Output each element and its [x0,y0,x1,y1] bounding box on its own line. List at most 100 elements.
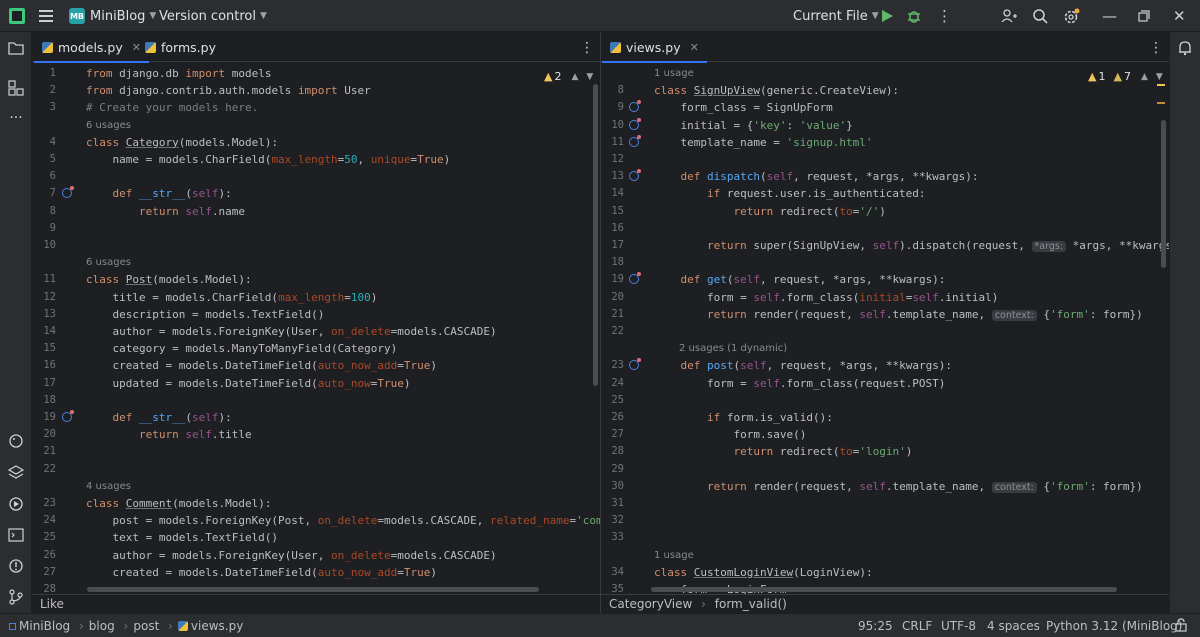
line-number[interactable]: 3 [32,99,56,116]
line-number[interactable]: 26 [32,547,56,564]
line-number[interactable]: 21 [32,443,56,460]
terminal-icon[interactable] [0,523,32,547]
line-separator[interactable]: CRLF [902,614,932,637]
line-number[interactable]: 11 [601,134,624,151]
line-number[interactable]: 27 [32,564,56,581]
file-encoding[interactable]: UTF-8 [941,614,976,637]
line-number[interactable]: 4 [32,134,56,151]
close-tab-icon[interactable]: ✕ [132,41,141,54]
override-gutter-icon[interactable] [629,100,641,113]
project-selector[interactable]: MB MiniBlog ▼ [69,0,156,32]
line-number[interactable]: 21 [601,306,624,323]
line-number[interactable]: 24 [32,512,56,529]
line-number[interactable]: 28 [601,443,624,460]
breadcrumb-item[interactable]: CategoryView [609,597,692,611]
git-icon[interactable] [0,585,32,609]
line-number[interactable]: 19 [601,271,624,288]
line-number[interactable]: 6 [32,168,56,185]
parameter-hint[interactable]: *args: [1031,241,1067,252]
line-number[interactable]: 1 [32,65,56,82]
breadcrumb-item[interactable]: Like [40,597,64,611]
caret-position[interactable]: 95:25 [858,614,893,637]
line-number[interactable]: 9 [601,99,624,116]
usages-label[interactable]: 4 usages [86,478,131,495]
line-number[interactable]: 20 [32,426,56,443]
folder-icon[interactable] [0,36,32,60]
line-number[interactable]: 10 [32,237,56,254]
close-tab-icon[interactable]: ✕ [690,41,699,54]
debug-button[interactable] [906,0,922,32]
notifications-icon[interactable] [1177,40,1193,60]
maximize-button[interactable] [1138,0,1150,32]
structure-icon[interactable] [0,76,32,100]
line-number[interactable]: 22 [601,323,624,340]
override-gutter-icon[interactable] [62,186,74,199]
line-number[interactable]: 14 [32,323,56,340]
line-number[interactable]: 33 [601,529,624,546]
close-window-button[interactable]: ✕ [1173,0,1186,32]
override-gutter-icon[interactable] [629,134,641,147]
horizontal-scrollbar[interactable] [87,587,539,592]
line-number[interactable]: 11 [32,271,56,288]
line-number[interactable]: 20 [601,289,624,306]
override-gutter-icon[interactable] [629,272,641,285]
vcs-selector[interactable]: Version control ▼ [159,0,267,32]
layers-icon[interactable] [0,460,32,484]
minimize-button[interactable]: — [1102,0,1117,32]
line-number[interactable]: 16 [32,357,56,374]
line-number[interactable]: 32 [601,512,624,529]
settings-button[interactable] [1063,0,1080,32]
line-number[interactable]: 14 [601,185,624,202]
line-number[interactable]: 12 [601,151,624,168]
more-tools-icon[interactable]: ··· [0,106,32,130]
breadcrumb-item[interactable]: form_valid() [715,597,787,611]
code-area[interactable]: 1 from django.db import models 2 from djang… [32,63,600,595]
line-number[interactable]: 13 [601,168,624,185]
usages-hint[interactable]: 2 usages (1 dynamic) [601,340,1169,357]
indent-setting[interactable]: 4 spaces [987,614,1040,637]
line-number[interactable]: 23 [601,357,624,374]
code-area[interactable]: 1 usage 8 class SignUpView(generic.CreateV… [601,63,1169,596]
line-number[interactable]: 5 [32,151,56,168]
vertical-scrollbar[interactable] [593,84,598,386]
parameter-hint[interactable]: context: [991,309,1037,321]
usages-label[interactable]: 1 usage [654,547,694,564]
usages-label[interactable]: 2 usages (1 dynamic) [679,340,787,357]
line-number[interactable]: 12 [32,289,56,306]
path-item[interactable]: post [133,619,159,633]
line-number[interactable]: 25 [601,392,624,409]
line-number[interactable]: 31 [601,495,624,512]
horizontal-scrollbar[interactable] [651,587,1117,592]
line-number[interactable]: 17 [601,237,624,254]
override-gutter-icon[interactable] [629,358,641,371]
run-button[interactable] [880,0,894,32]
override-gutter-icon[interactable] [629,117,641,130]
line-number[interactable]: 18 [601,254,624,271]
line-number[interactable]: 2 [32,82,56,99]
usages-label[interactable]: 1 usage [654,65,694,82]
main-menu-icon[interactable] [39,0,53,32]
line-number[interactable]: 29 [601,461,624,478]
line-number[interactable]: 27 [601,426,624,443]
line-number[interactable]: 22 [32,461,56,478]
usages-hint[interactable]: 6 usages [32,117,600,134]
parameter-hint[interactable]: context: [991,481,1037,493]
line-number[interactable]: 18 [32,392,56,409]
problems-icon[interactable] [0,554,32,578]
lock-icon[interactable] [1175,614,1187,637]
search-button[interactable] [1032,0,1048,32]
more-actions-icon[interactable]: ⋮ [937,0,952,32]
tab-models-py[interactable]: models.py ✕ [34,32,149,63]
usages-hint[interactable]: 1 usage [601,65,1169,82]
usages-hint[interactable]: 4 usages [32,478,600,495]
more-options-icon[interactable]: ⋮ [1149,40,1163,56]
app-logo-icon[interactable] [9,0,25,32]
line-number[interactable]: 34 [601,564,624,581]
line-number[interactable]: 26 [601,409,624,426]
usages-hint[interactable]: 1 usage [601,547,1169,564]
python-interpreter[interactable]: Python 3.12 (MiniBlog) [1046,614,1182,637]
error-stripe-mark[interactable] [1157,102,1165,104]
line-number[interactable]: 13 [32,306,56,323]
error-stripe-mark[interactable] [1157,84,1165,86]
add-user-button[interactable] [1001,0,1017,32]
